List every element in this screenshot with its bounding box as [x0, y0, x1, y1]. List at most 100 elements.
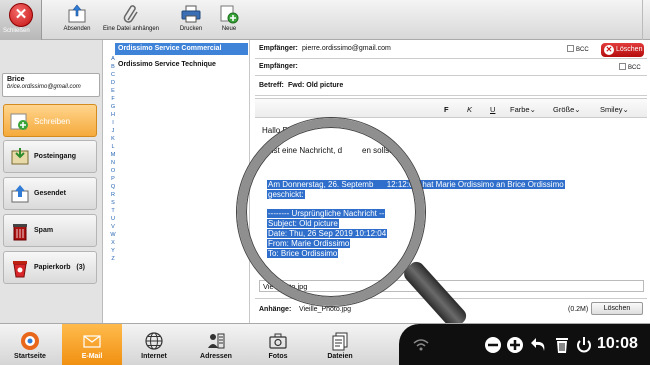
folder-inbox[interactable]: Posteingang — [3, 140, 97, 173]
folder-spam[interactable]: Spam — [3, 214, 97, 247]
clock: 10:08 — [597, 335, 638, 352]
attach-label: Eine Datei anhängen — [102, 26, 160, 32]
new-message-button[interactable]: Neue — [217, 4, 241, 38]
print-button[interactable]: Drucken — [175, 4, 207, 38]
user-card: Brice brice.ordissimo@gmail.com — [2, 73, 100, 97]
folder-label: Posteingang — [34, 153, 77, 160]
trash-can-icon[interactable] — [553, 336, 571, 354]
alphabet-letter[interactable]: U — [109, 215, 117, 223]
alphabet-letter[interactable]: G — [109, 103, 117, 111]
nav-photos[interactable]: Fotos — [248, 324, 308, 365]
magnifier-lens — [237, 118, 425, 306]
contact-list: ABCDEFGHIJKLMNOPQRSTUVWXYZ Ordissimo Ser… — [106, 40, 250, 323]
remove-attachment-button[interactable]: Löschen — [591, 302, 643, 315]
wifi-icon[interactable] — [412, 336, 430, 354]
alphabet-letter[interactable]: N — [109, 159, 117, 167]
italic-button[interactable]: K — [467, 105, 472, 114]
alphabet-letter[interactable]: V — [109, 223, 117, 231]
folder-trash[interactable]: Papierkorb (3) — [3, 251, 97, 284]
paperclip-icon — [121, 4, 141, 24]
alphabet-letter[interactable]: P — [109, 175, 117, 183]
subject-label: Betreff: — [259, 82, 284, 89]
top-toolbar: ✕ Schließen Absenden Eine Datei anhängen… — [0, 0, 650, 40]
to-field[interactable]: Empfänger: pierre.ordissimo@gmail.com BC… — [255, 41, 647, 59]
folder-compose[interactable]: Schreiben — [3, 104, 97, 137]
toolbar-edge — [642, 0, 650, 40]
alphabet-letter[interactable]: C — [109, 71, 117, 79]
contacts-icon — [206, 331, 226, 351]
subject-input[interactable]: Fwd: Old picture — [288, 82, 343, 89]
alphabet-letter[interactable]: W — [109, 231, 117, 239]
alphabet-letter[interactable]: E — [109, 87, 117, 95]
format-toolbar: F K U Farbe⌄ Größe⌄ Smiley⌄ — [255, 98, 647, 118]
inbox-icon — [10, 147, 30, 167]
nav-email[interactable]: E-Mail — [62, 324, 122, 365]
alphabet-letter[interactable]: K — [109, 135, 117, 143]
envelope-icon — [82, 331, 102, 351]
folder-sidebar: Brice brice.ordissimo@gmail.com Schreibe… — [0, 40, 103, 323]
smiley-dropdown[interactable]: Smiley⌄ — [600, 105, 629, 114]
close-icon: ✕ — [604, 45, 614, 55]
folder-sent[interactable]: Gesendet — [3, 177, 97, 210]
user-email: brice.ordissimo@gmail.com — [7, 84, 81, 90]
alphabet-letter[interactable]: T — [109, 207, 117, 215]
close-icon: ✕ — [9, 3, 33, 27]
alphabet-letter[interactable]: R — [109, 191, 117, 199]
delete-recipient-button[interactable]: ✕ Löschen — [601, 43, 644, 57]
send-button[interactable]: Absenden — [58, 4, 96, 38]
zoom-in-icon[interactable] — [506, 336, 524, 354]
underline-button[interactable]: U — [490, 105, 495, 114]
attachment-size: (0.2M) — [568, 306, 589, 313]
alphabet-letter[interactable]: F — [109, 95, 117, 103]
sent-icon — [10, 184, 30, 204]
trash-icon — [10, 258, 30, 278]
send-icon — [67, 4, 87, 24]
alphabet-letter[interactable]: Y — [109, 247, 117, 255]
zoom-out-icon[interactable] — [484, 336, 502, 354]
subject-field[interactable]: Betreff: Fwd: Old picture — [255, 78, 647, 96]
close-label: Schließen — [3, 28, 30, 34]
cc-field[interactable]: Empfänger: BCC — [255, 59, 647, 76]
alphabet-letter[interactable]: S — [109, 199, 117, 207]
bcc-checkbox[interactable]: BCC — [619, 63, 641, 71]
color-dropdown[interactable]: Farbe⌄ — [510, 105, 536, 114]
alphabet-index: ABCDEFGHIJKLMNOPQRSTUVWXYZ — [109, 55, 117, 263]
alphabet-letter[interactable]: H — [109, 111, 117, 119]
alphabet-letter[interactable]: Z — [109, 255, 117, 263]
write-icon — [10, 111, 30, 131]
alphabet-letter[interactable]: Q — [109, 183, 117, 191]
nav-home[interactable]: Startseite — [0, 324, 60, 365]
bcc-checkbox[interactable]: BCC — [567, 45, 589, 53]
nav-contacts[interactable]: Adressen — [186, 324, 246, 365]
size-dropdown[interactable]: Größe⌄ — [553, 105, 581, 114]
contact-item[interactable]: Ordissimo Service Commercial — [115, 43, 248, 55]
trash-count: (3) — [76, 264, 85, 271]
bottom-navigation: Startseite E-Mail Internet Adressen Foto… — [0, 323, 650, 365]
globe-icon — [144, 331, 164, 351]
to-input[interactable]: pierre.ordissimo@gmail.com — [302, 45, 391, 52]
close-button[interactable]: ✕ Schließen — [0, 0, 42, 40]
alphabet-letter[interactable]: L — [109, 143, 117, 151]
cc-label: Empfänger: — [259, 63, 298, 70]
power-icon[interactable] — [575, 336, 593, 354]
alphabet-letter[interactable]: X — [109, 239, 117, 247]
folder-label: Papierkorb (3) — [34, 264, 85, 271]
contact-item[interactable]: Ordissimo Service Technique — [115, 59, 248, 71]
undo-icon[interactable] — [530, 336, 548, 354]
alphabet-letter[interactable]: J — [109, 127, 117, 135]
nav-internet[interactable]: Internet — [124, 324, 184, 365]
alphabet-letter[interactable]: M — [109, 151, 117, 159]
send-label: Absenden — [63, 26, 91, 32]
attach-file-button[interactable]: Eine Datei anhängen — [101, 4, 161, 38]
alphabet-letter[interactable]: D — [109, 79, 117, 87]
folder-label: Spam — [34, 227, 54, 234]
bold-button[interactable]: F — [444, 105, 449, 114]
alphabet-letter[interactable]: O — [109, 167, 117, 175]
printer-icon — [181, 4, 201, 24]
alphabet-letter[interactable]: I — [109, 119, 117, 127]
to-label: Empfänger: — [259, 45, 298, 52]
user-name: Brice — [7, 76, 25, 83]
home-logo-icon — [20, 331, 40, 351]
folder-label: Gesendet — [34, 190, 66, 197]
nav-files[interactable]: Dateien — [310, 324, 370, 365]
